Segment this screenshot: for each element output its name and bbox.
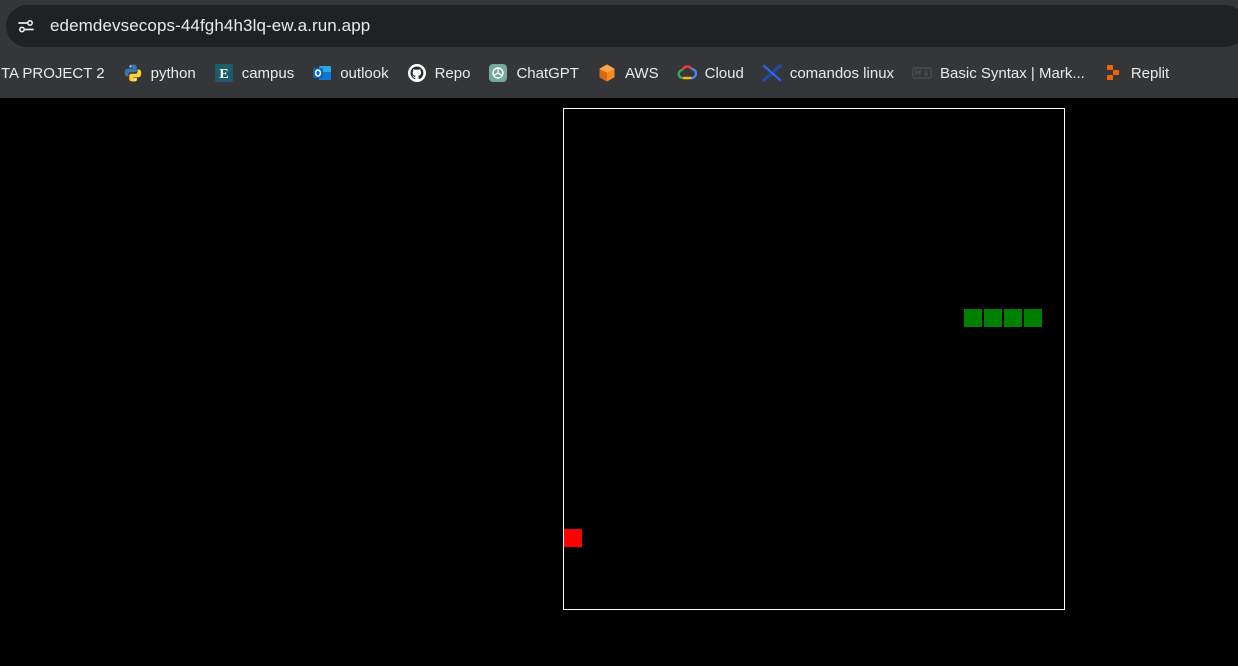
bookmark-label: comandos linux: [789, 64, 895, 82]
bookmark-label: outlook: [340, 64, 389, 82]
browser-chrome: edemdevsecops-44fgh4h3lq-ew.a.run.app TA…: [0, 0, 1238, 98]
bookmark-campus[interactable]: E campus: [205, 57, 304, 89]
bookmark-label: Basic Syntax | Mark...: [940, 64, 1085, 82]
svg-text:E: E: [219, 67, 228, 82]
bookmark-label: Replit: [1130, 64, 1170, 82]
address-bar[interactable]: edemdevsecops-44fgh4h3lq-ew.a.run.app: [6, 5, 1238, 47]
bookmark-chatgpt[interactable]: ChatGPT: [479, 57, 588, 89]
bookmark-outlook[interactable]: outlook: [303, 57, 397, 89]
page-content: [0, 98, 1238, 666]
aws-icon: [597, 63, 617, 83]
bookmark-ta-project-2[interactable]: TA PROJECT 2: [0, 57, 114, 89]
bookmark-replit[interactable]: Replit: [1094, 57, 1178, 89]
snake-segment: [984, 309, 1002, 327]
github-icon: [407, 63, 427, 83]
bookmark-aws[interactable]: AWS: [588, 57, 668, 89]
markdown-icon: [912, 63, 932, 83]
bookmark-repo[interactable]: Repo: [398, 57, 480, 89]
replit-icon: [1103, 63, 1123, 83]
x-logo-icon: [762, 63, 782, 83]
bookmark-label: AWS: [624, 64, 659, 82]
outlook-icon: [312, 63, 332, 83]
bookmark-label: Cloud: [704, 64, 744, 82]
bookmark-label: Repo: [434, 64, 471, 82]
snake-segment: [1024, 309, 1042, 327]
bookmark-label: ChatGPT: [516, 64, 579, 82]
snake-segment: [1004, 309, 1022, 327]
bookmark-comandos-linux[interactable]: comandos linux: [753, 57, 903, 89]
bookmark-basic-syntax[interactable]: Basic Syntax | Mark...: [903, 57, 1094, 89]
bookmark-python[interactable]: python: [114, 57, 205, 89]
campus-e-icon: E: [214, 63, 234, 83]
bookmark-label: python: [150, 64, 196, 82]
bookmark-label: campus: [241, 64, 295, 82]
google-cloud-icon: [677, 63, 697, 83]
bookmark-label: TA PROJECT 2: [1, 64, 105, 82]
site-settings-icon[interactable]: [10, 10, 42, 42]
python-icon: [123, 63, 143, 83]
snake-segment: [964, 309, 982, 327]
url-text[interactable]: edemdevsecops-44fgh4h3lq-ew.a.run.app: [50, 16, 370, 36]
bookmark-cloud[interactable]: Cloud: [668, 57, 753, 89]
food-pellet: [564, 529, 582, 547]
bookmarks-bar: TA PROJECT 2 python E campus outlook Rep…: [0, 50, 1238, 96]
chatgpt-icon: [488, 63, 508, 83]
snake-game-board[interactable]: [563, 108, 1065, 610]
